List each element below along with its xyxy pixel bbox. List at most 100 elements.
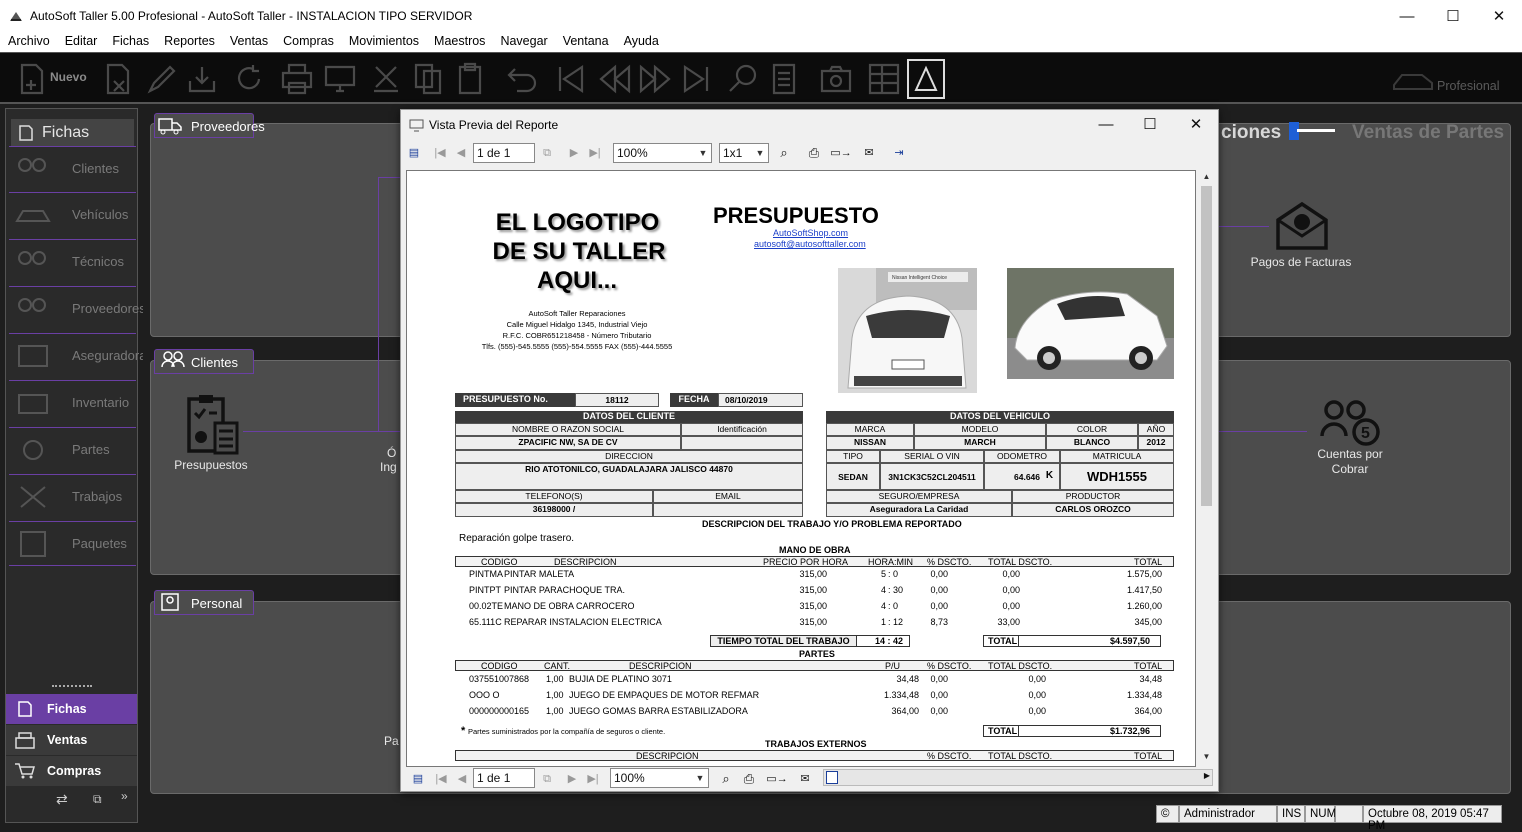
dialog-minimize-icon[interactable]: —: [1083, 110, 1129, 138]
menu-maestros[interactable]: Maestros: [426, 32, 492, 52]
cuentas-label-2[interactable]: Cobrar: [1295, 462, 1405, 476]
menu-movimientos[interactable]: Movimientos: [341, 32, 426, 52]
menu-bar: Archivo Editar Fichas Reportes Ventas Co…: [0, 32, 1522, 52]
new-button-label[interactable]: Nuevo: [50, 70, 87, 84]
edit-pencil-icon[interactable]: [144, 61, 180, 97]
scroll-down-icon[interactable]: ▼: [1200, 752, 1213, 764]
menu-reportes[interactable]: Reportes: [156, 32, 222, 52]
find-binoculars-icon[interactable]: ⌕: [775, 144, 793, 162]
cut-icon[interactable]: [368, 61, 404, 97]
print-icon[interactable]: ⎙: [805, 144, 823, 162]
zoom-select[interactable]: 100% ▼: [610, 768, 709, 788]
sidebar-item-tecnicos[interactable]: Técnicos: [9, 239, 136, 284]
prev-page-icon[interactable]: ◀: [453, 770, 471, 788]
search-icon[interactable]: [726, 61, 762, 97]
email-link[interactable]: autosoft@autosofttaller.com: [754, 239, 866, 249]
menu-navegar[interactable]: Navegar: [492, 32, 554, 52]
zoom-select[interactable]: 100% ▼: [613, 143, 712, 163]
email-icon[interactable]: ✉: [796, 770, 814, 788]
last-record-icon[interactable]: [679, 61, 715, 97]
cuentas-label-1[interactable]: Cuentas por: [1295, 447, 1405, 461]
next-page-icon[interactable]: ▶: [565, 144, 583, 162]
next-page-icon[interactable]: ▶: [563, 770, 581, 788]
nav-fichas[interactable]: Fichas: [6, 694, 137, 724]
maximize-icon[interactable]: ☐: [1430, 0, 1476, 32]
camera-icon[interactable]: [818, 61, 854, 97]
outline-icon[interactable]: ▤: [409, 770, 427, 788]
next-record-icon[interactable]: [637, 61, 673, 97]
dialog-close-icon[interactable]: ✕: [1173, 110, 1219, 138]
email-icon[interactable]: ✉: [860, 144, 878, 162]
save-download-icon[interactable]: [184, 61, 220, 97]
menu-compras[interactable]: Compras: [275, 32, 341, 52]
export-icon[interactable]: ▭→: [765, 770, 789, 788]
page-number-field[interactable]: 1 de 1: [473, 768, 535, 788]
grid-view-icon[interactable]: [866, 61, 902, 97]
goto-page-icon[interactable]: ⧉: [538, 770, 556, 788]
first-page-icon[interactable]: |◀: [431, 144, 449, 162]
vertical-scrollbar[interactable]: ▲ ▼: [1198, 170, 1215, 767]
menu-ayuda[interactable]: Ayuda: [616, 32, 666, 52]
sidebar-item-paquetes[interactable]: Paquetes: [9, 521, 136, 566]
windows-icon[interactable]: ⧉: [93, 792, 102, 807]
page-number-field[interactable]: 1 de 1: [473, 143, 535, 163]
menu-fichas[interactable]: Fichas: [104, 32, 156, 52]
sidebar-item-inventario[interactable]: Inventario: [9, 380, 136, 425]
dialog-maximize-icon[interactable]: ☐: [1127, 110, 1173, 138]
scroll-thumb[interactable]: [1201, 186, 1212, 506]
close-icon[interactable]: ✕: [1476, 0, 1522, 32]
first-page-icon[interactable]: |◀: [432, 770, 450, 788]
monitor-preview-icon[interactable]: [322, 61, 358, 97]
scroll-thumb[interactable]: [826, 771, 838, 784]
print-icon[interactable]: ⎙: [740, 770, 758, 788]
mano-discount-total: 0,00: [1002, 601, 1020, 611]
scroll-up-icon[interactable]: ▲: [1200, 172, 1213, 184]
view-toggle-slider[interactable]: [1289, 122, 1337, 146]
sidebar-item-vehiculos[interactable]: Vehículos: [9, 192, 136, 237]
swap-icon[interactable]: ⇄: [56, 791, 68, 808]
nav-ventas[interactable]: Ventas: [6, 725, 137, 755]
horizontal-scrollbar[interactable]: ▶: [823, 769, 1213, 786]
sidebar-item-aseguradoras[interactable]: Aseguradoras: [9, 333, 153, 378]
previous-record-icon[interactable]: [597, 61, 633, 97]
menu-ventana[interactable]: Ventana: [555, 32, 616, 52]
undo-icon[interactable]: [503, 61, 539, 97]
invoice-payment-icon[interactable]: [1274, 200, 1330, 252]
presupuestos-icon[interactable]: [183, 393, 243, 457]
sidebar-item-clientes[interactable]: Clientes: [9, 146, 136, 191]
find-binoculars-icon[interactable]: ⌕: [717, 770, 735, 788]
outline-icon[interactable]: ▤: [405, 144, 423, 162]
last-page-icon[interactable]: ▶|: [584, 770, 602, 788]
new-document-icon[interactable]: [14, 61, 50, 97]
last-page-icon[interactable]: ▶|: [586, 144, 604, 162]
minimize-icon[interactable]: —: [1384, 0, 1430, 32]
delete-document-icon[interactable]: [100, 61, 136, 97]
copy-icon[interactable]: [410, 61, 446, 97]
prev-page-icon[interactable]: ◀: [452, 144, 470, 162]
report-list-icon[interactable]: [768, 61, 804, 97]
pages-layout-select[interactable]: 1x1 ▼: [719, 143, 769, 163]
website-link[interactable]: AutoSoftShop.com: [773, 228, 848, 238]
menu-editar[interactable]: Editar: [57, 32, 105, 52]
refresh-icon[interactable]: [231, 61, 267, 97]
nav-compras[interactable]: Compras: [6, 756, 137, 786]
scroll-right-icon[interactable]: ▶: [1204, 771, 1210, 780]
paste-icon[interactable]: [452, 61, 488, 97]
exit-icon[interactable]: ⇥: [890, 144, 908, 162]
theme-toggle-button[interactable]: [907, 59, 945, 99]
presupuestos-label[interactable]: Presupuestos: [161, 458, 261, 472]
pagos-facturas-label[interactable]: Pagos de Facturas: [1240, 255, 1362, 269]
menu-ventas[interactable]: Ventas: [222, 32, 275, 52]
export-icon[interactable]: ▭→: [829, 144, 853, 162]
goto-page-icon[interactable]: ⧉: [538, 144, 556, 162]
productor-value: CARLOS OROZCO: [1012, 503, 1174, 517]
splitter-handle[interactable]: [52, 685, 92, 689]
accounts-receivable-icon[interactable]: 5: [1320, 398, 1384, 448]
expand-icon[interactable]: »: [121, 789, 128, 803]
first-record-icon[interactable]: [552, 61, 588, 97]
menu-archivo[interactable]: Archivo: [0, 32, 57, 52]
sidebar-item-partes[interactable]: Partes: [9, 427, 136, 472]
sidebar-item-trabajos[interactable]: Trabajos: [9, 474, 136, 519]
sidebar-item-proveedores[interactable]: Proveedores: [9, 286, 146, 331]
print-icon[interactable]: [279, 61, 315, 97]
